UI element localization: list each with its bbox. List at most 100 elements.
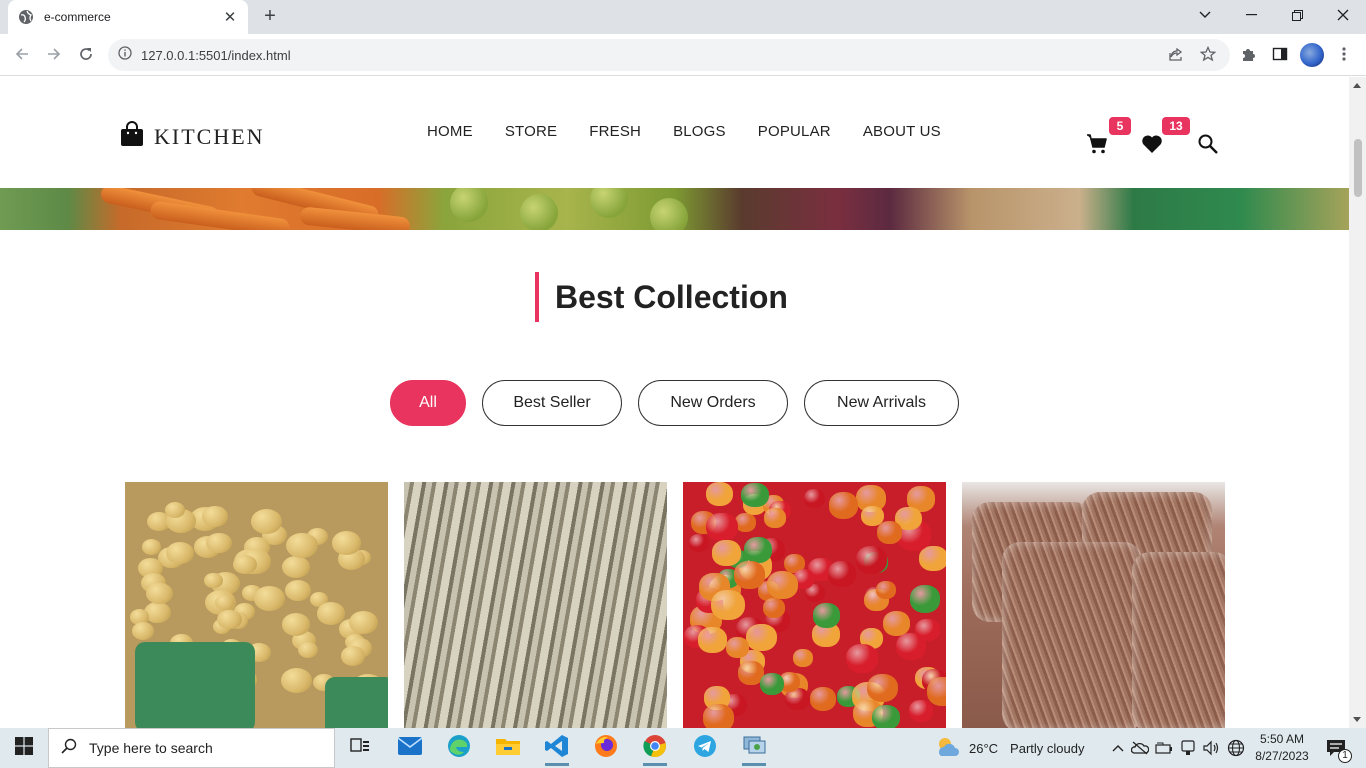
pepper <box>809 686 836 711</box>
scroll-down-arrow[interactable] <box>1353 717 1361 722</box>
nav-home[interactable]: HOME <box>427 123 473 140</box>
extensions-icon[interactable] <box>1234 40 1262 68</box>
taskbar-chrome-app[interactable] <box>635 732 675 766</box>
potato <box>284 580 311 601</box>
potato <box>341 646 366 666</box>
taskbar-edge-app[interactable] <box>439 732 479 764</box>
nav-store[interactable]: STORE <box>505 123 557 140</box>
search-icon <box>61 738 77 759</box>
windows-logo-icon <box>15 736 33 760</box>
pepper <box>745 623 777 652</box>
scroll-up-arrow[interactable] <box>1353 83 1361 88</box>
side-panel-icon[interactable] <box>1266 40 1294 68</box>
tab-search-button[interactable] <box>1182 0 1228 30</box>
cart-count-badge: 5 <box>1109 117 1131 135</box>
nav-blogs[interactable]: BLOGS <box>673 123 726 140</box>
pepper <box>734 561 765 589</box>
taskbar-explorer-app[interactable] <box>488 732 528 764</box>
nav-about-us[interactable]: ABOUT US <box>863 123 941 140</box>
task-view-icon <box>350 737 370 760</box>
menu-dots-icon[interactable] <box>1330 40 1358 68</box>
firefox-icon <box>594 734 618 763</box>
address-bar[interactable]: 127.0.0.1:5501/index.html <box>108 39 1230 71</box>
info-icon[interactable] <box>118 45 132 65</box>
notification-count: 1 <box>1338 749 1352 763</box>
pepper <box>856 545 888 574</box>
notification-center-button[interactable]: 1 <box>1322 728 1352 768</box>
volume-icon[interactable] <box>1200 740 1224 756</box>
nav-popular[interactable]: POPULAR <box>758 123 831 140</box>
wishlist-count-badge: 13 <box>1162 117 1190 135</box>
network-globe-icon[interactable] <box>1224 739 1248 757</box>
filter-best-seller-button[interactable]: Best Seller <box>482 380 622 426</box>
share-icon[interactable] <box>1162 40 1190 68</box>
filter-all-button[interactable]: All <box>390 380 466 426</box>
filter-new-orders-button[interactable]: New Orders <box>638 380 788 426</box>
main-nav: HOME STORE FRESH BLOGS POPULAR ABOUT US <box>427 123 973 140</box>
pepper <box>762 598 785 618</box>
green-sack <box>325 677 388 728</box>
new-tab-button[interactable]: + <box>258 4 282 28</box>
nav-fresh[interactable]: FRESH <box>589 123 641 140</box>
pepper <box>882 611 911 637</box>
filter-new-arrivals-button[interactable]: New Arrivals <box>804 380 959 426</box>
pepper <box>703 704 735 728</box>
pepper <box>705 482 733 507</box>
scroll-thumb[interactable] <box>1354 139 1362 197</box>
start-button[interactable] <box>0 728 48 768</box>
telegram-icon <box>693 734 717 763</box>
bookmark-star-icon[interactable] <box>1194 40 1222 68</box>
taskbar-telegram-app[interactable] <box>685 732 725 764</box>
pepper <box>895 632 927 660</box>
battery-icon[interactable] <box>1152 742 1176 754</box>
device-icon[interactable] <box>1176 740 1200 756</box>
profile-avatar[interactable] <box>1300 43 1324 67</box>
potato <box>146 582 173 605</box>
potato <box>166 542 194 564</box>
browser-tab[interactable]: e-commerce ✕ <box>8 0 248 34</box>
search-button[interactable] <box>1195 133 1221 159</box>
weather-widget[interactable]: 26°C Partly cloudy <box>935 728 1084 768</box>
url-text: 127.0.0.1:5501/index.html <box>141 47 291 63</box>
taskbar-vscode-app[interactable] <box>537 732 577 766</box>
taskbar-network-app[interactable] <box>734 732 774 766</box>
minimize-button[interactable] <box>1228 0 1274 30</box>
onedrive-offline-icon[interactable] <box>1128 741 1152 755</box>
cart-button[interactable] <box>1084 133 1110 159</box>
taskbar-firefox-app[interactable] <box>586 732 626 764</box>
windows-taskbar: Type here to search 26°C Partly cloudy 5… <box>0 728 1366 768</box>
banner-lime <box>650 198 688 230</box>
task-view-button[interactable] <box>340 732 380 764</box>
restore-button[interactable] <box>1274 0 1320 30</box>
section-title: Best Collection <box>535 272 788 322</box>
wishlist-button[interactable] <box>1139 133 1165 159</box>
product-card-rice-bags[interactable] <box>962 482 1225 728</box>
weather-description: Partly cloudy <box>1010 740 1085 756</box>
logo-text: KITCHEN <box>154 123 265 149</box>
pepper <box>871 704 901 728</box>
close-tab-icon[interactable]: ✕ <box>222 9 238 26</box>
system-clock[interactable]: 5:50 AM 8/27/2023 <box>1250 731 1314 765</box>
pepper <box>698 627 728 653</box>
back-button[interactable] <box>8 40 36 68</box>
page-scrollbar[interactable] <box>1349 77 1366 728</box>
globe-icon <box>18 9 34 25</box>
product-card-peppers[interactable] <box>683 482 946 728</box>
forward-button[interactable] <box>40 40 68 68</box>
product-card-potatoes[interactable] <box>125 482 388 728</box>
browser-toolbar: 127.0.0.1:5501/index.html <box>0 34 1366 76</box>
search-icon <box>1197 133 1219 160</box>
taskbar-search-placeholder: Type here to search <box>89 740 213 756</box>
product-card-dried-fish[interactable] <box>404 482 667 728</box>
show-hidden-icons-chevron-icon[interactable] <box>1108 744 1128 752</box>
collection-filters: All Best Seller New Orders New Arrivals <box>390 380 975 426</box>
green-sack <box>135 642 255 728</box>
pepper <box>711 589 745 621</box>
taskbar-mail-app[interactable] <box>390 732 430 764</box>
close-window-button[interactable] <box>1320 0 1366 30</box>
reload-button[interactable] <box>72 40 100 68</box>
site-logo[interactable]: KITCHEN <box>120 121 265 152</box>
banner-lime <box>520 194 558 230</box>
pepper <box>875 580 896 599</box>
taskbar-search-box[interactable]: Type here to search <box>48 728 335 768</box>
